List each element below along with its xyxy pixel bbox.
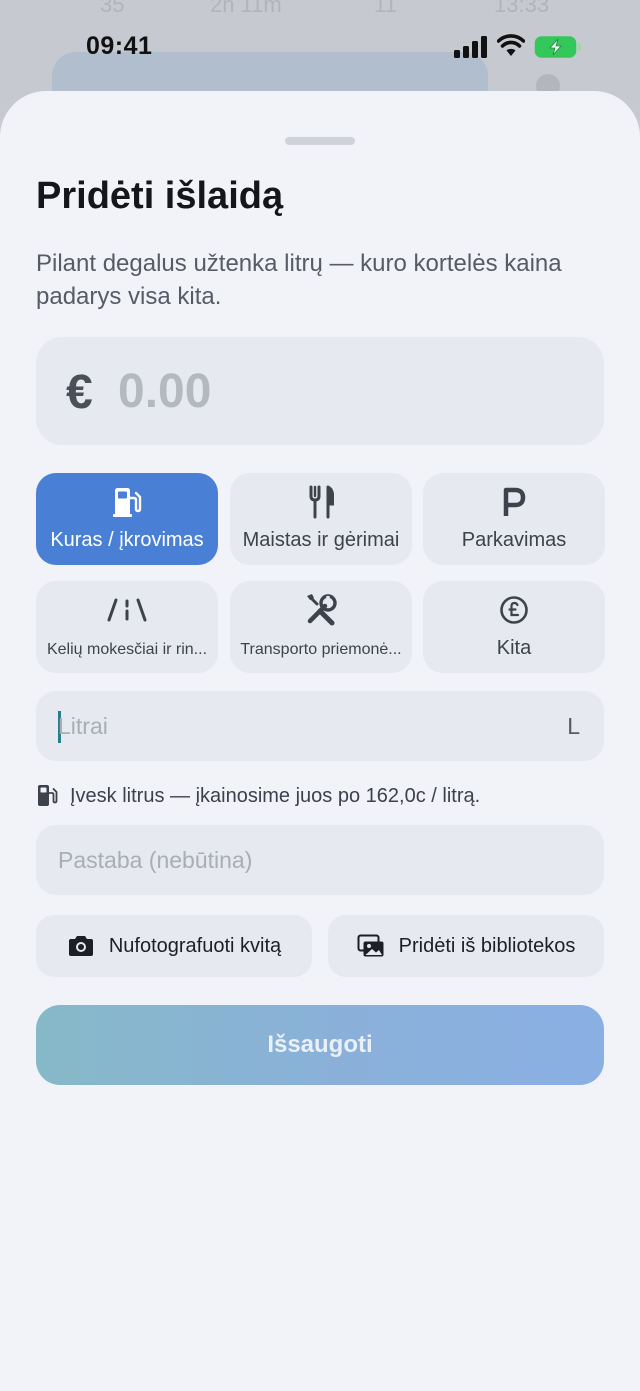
category-label: Maistas ir gėrimai bbox=[242, 529, 400, 551]
save-button[interactable]: Išsaugoti bbox=[36, 1005, 604, 1085]
note-field[interactable] bbox=[36, 825, 604, 895]
category-label: Transporto priemonė... bbox=[240, 641, 402, 658]
category-tolls[interactable]: Kelių mokesčiai ir rin... bbox=[36, 581, 218, 673]
amount-field[interactable]: € bbox=[36, 337, 604, 445]
pound-circle-icon bbox=[423, 593, 605, 627]
liters-unit: L bbox=[567, 713, 580, 739]
category-label: Kelių mokesčiai ir rin... bbox=[46, 641, 208, 658]
liters-field[interactable]: L bbox=[36, 691, 604, 761]
fuel-pump-icon bbox=[36, 784, 58, 808]
currency-symbol: € bbox=[66, 366, 93, 419]
sheet-subtitle: Pilant degalus užtenka litrų — kuro kort… bbox=[36, 250, 562, 310]
add-from-library-label: Pridėti iš bibliotekos bbox=[398, 934, 576, 957]
battery-charging-icon bbox=[534, 36, 581, 58]
category-label: Kita bbox=[496, 637, 532, 659]
sheet-grabber[interactable] bbox=[285, 137, 355, 145]
add-expense-sheet: Pridėti išlaidą Pilant degalus užtenka l… bbox=[0, 91, 640, 1391]
fuel-pump-icon bbox=[36, 485, 218, 519]
category-food[interactable]: Maistas ir gėrimai bbox=[230, 473, 412, 565]
sheet-title: Pridėti išlaidą bbox=[36, 175, 284, 217]
status-bar: 09:41 bbox=[0, 0, 640, 92]
photo-library-icon bbox=[357, 934, 385, 958]
take-photo-button[interactable]: Nufotografuoti kvitą bbox=[36, 915, 312, 977]
hint-text: Įvesk litrus — įkainosime juos po 162,0c… bbox=[70, 784, 481, 807]
category-other[interactable]: Kita bbox=[423, 581, 605, 673]
wrench-screwdriver-icon bbox=[230, 593, 412, 627]
category-fuel[interactable]: Kuras / įkrovimas bbox=[36, 473, 218, 565]
parking-icon bbox=[423, 485, 605, 519]
category-label: Kuras / įkrovimas bbox=[50, 529, 204, 551]
add-from-library-button[interactable]: Pridėti iš bibliotekos bbox=[328, 915, 604, 977]
take-photo-label: Nufotografuoti kvitą bbox=[108, 934, 282, 957]
status-time: 09:41 bbox=[86, 32, 153, 60]
liters-input[interactable] bbox=[58, 705, 528, 747]
category-label: Parkavimas bbox=[461, 529, 567, 551]
cellular-signal-icon bbox=[454, 36, 487, 58]
wifi-icon bbox=[497, 34, 525, 56]
note-input[interactable] bbox=[58, 839, 528, 881]
category-parking[interactable]: Parkavimas bbox=[423, 473, 605, 565]
category-vehicle[interactable]: Transporto priemonė... bbox=[230, 581, 412, 673]
fork-knife-icon bbox=[230, 485, 412, 519]
liters-hint: Įvesk litrus — įkainosime juos po 162,0c… bbox=[36, 781, 480, 811]
amount-input[interactable] bbox=[118, 361, 518, 421]
camera-icon bbox=[67, 935, 95, 957]
road-icon bbox=[36, 593, 218, 627]
